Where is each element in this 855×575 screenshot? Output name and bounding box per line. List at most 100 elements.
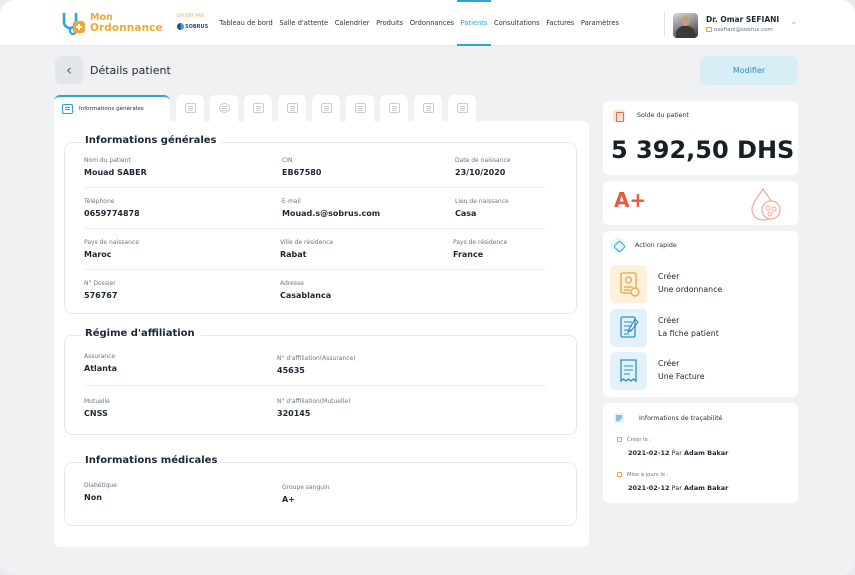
field-value: Mouad SABER (84, 168, 147, 177)
calendar-icon (617, 472, 622, 477)
field-value: 23/10/2020 (455, 168, 506, 177)
tab-general-info-label: Informations générales (79, 106, 144, 112)
partner-logo: SOBRUS (177, 23, 208, 30)
create-prescription-button[interactable]: Créer Une ordonnance (610, 265, 790, 303)
field-mutual-number: N° d'affiliation(Mutuelle) 320145 (277, 398, 350, 418)
logo-stethoscope-icon (62, 12, 85, 36)
section-title-medical: Informations médicales (81, 455, 224, 466)
row-divider (84, 228, 546, 229)
action-line2: Une Facture (658, 371, 705, 381)
nav-item-settings[interactable]: Paramètres (578, 0, 623, 46)
tab-general-info[interactable]: Informations générales (54, 95, 170, 121)
created-label-text: Créer le : (627, 437, 652, 443)
chevron-left-icon: ‹ (66, 61, 72, 79)
field-file-number: N° Dossier 576767 (84, 280, 117, 300)
nav-item-calendar[interactable]: Calendrier (331, 0, 372, 46)
create-patient-file-button[interactable]: Créer La fiche patient (610, 309, 790, 347)
tab-hospitalization[interactable] (380, 95, 408, 121)
field-cin: CIN EB67580 (282, 157, 321, 177)
patient-tabs: Informations générales (54, 95, 482, 122)
main-nav: Tableau de bord Salle d'attente Calendri… (216, 0, 622, 46)
created-by-word: Par (671, 449, 682, 457)
field-value: Non (84, 493, 102, 502)
field-value: France (453, 250, 484, 259)
row-divider (84, 269, 546, 270)
tab-medical-report[interactable] (414, 95, 442, 121)
field-label: N° d'affiliation(Assurance) (277, 355, 356, 362)
section-title-affiliation: Régime d'affiliation (81, 328, 201, 339)
tab-appointments[interactable] (346, 95, 374, 121)
field-value: Mouad.s@sobrus.com (282, 209, 381, 218)
folder-icon (62, 104, 73, 114)
field-value: 576767 (84, 291, 118, 300)
nav-divider (664, 12, 665, 36)
field-value: 0659774878 (84, 209, 140, 218)
traceability-icon (614, 413, 624, 423)
updated-date: 2021-02-12 (628, 484, 670, 492)
nav-item-patients[interactable]: Patients (457, 0, 491, 46)
field-label: Nom du patient (84, 157, 131, 164)
id-card-icon (184, 103, 196, 113)
nav-item-products[interactable]: Produits (373, 0, 407, 46)
field-insurance-number: N° d'affiliation(Assurance) 45635 (277, 355, 356, 375)
general-info-section: Informations générales Nom du patient Mo… (64, 135, 577, 314)
traceability-card: Informations de traçabilité Créer le : 2… (603, 403, 798, 503)
nav-item-invoices[interactable]: Factures (543, 0, 578, 46)
section-title-general: Informations générales (81, 135, 223, 146)
row-divider (84, 385, 546, 386)
tab-history[interactable] (210, 95, 238, 121)
field-label: N° d'affiliation(Mutuelle) (277, 398, 351, 405)
back-button[interactable]: ‹ (55, 56, 83, 84)
field-label: CIN (282, 157, 293, 164)
field-value: Atlanta (84, 364, 118, 373)
user-email: osefiani@sobrus.com (706, 27, 773, 33)
tab-invoices[interactable] (448, 95, 476, 121)
bed-icon (388, 103, 400, 113)
document-icon (286, 103, 298, 113)
user-email-text: osefiani@sobrus.com (714, 27, 773, 33)
invoice-icon (456, 103, 468, 113)
top-navbar: Mon Ordonnance OFFERT PAR SOBRUS Tableau… (0, 0, 855, 46)
create-prescription-label: Créer Une ordonnance (658, 271, 722, 296)
field-address: Adresse Casablanca (280, 280, 331, 300)
modify-button[interactable]: Modifier (700, 56, 798, 85)
field-residence-city: Ville de résidence Rabat (280, 239, 333, 259)
field-patient-name: Nom du patient Mouad SABER (84, 157, 147, 177)
tab-documents[interactable] (278, 95, 306, 121)
user-name[interactable]: Dr. Omar SEFIANI (706, 15, 779, 24)
tab-id-card[interactable] (176, 95, 204, 121)
nav-item-prescriptions[interactable]: Ordonnances (406, 0, 457, 46)
field-value: CNSS (84, 409, 108, 418)
field-label: Pays de résidence (453, 239, 508, 246)
created-date: 2021-02-12 (628, 449, 670, 457)
chevron-down-icon[interactable]: ⌄ (790, 17, 798, 27)
blood-group-value: A+ (614, 188, 647, 212)
pills-icon (252, 103, 264, 113)
sobrus-icon (177, 23, 184, 30)
calendar-icon (617, 437, 622, 442)
nav-item-consultations[interactable]: Consultations (491, 0, 543, 46)
field-diabetic: Diabétique Non (84, 482, 117, 502)
field-birth-place: Lieu de naissance Casa (455, 198, 509, 218)
created-info: 2021-02-12 Par Adam Bakar (628, 449, 728, 457)
tab-medications[interactable] (244, 95, 272, 121)
app-window: Mon Ordonnance OFFERT PAR SOBRUS Tableau… (0, 0, 855, 575)
field-label: Pays de naissance (84, 239, 139, 246)
tab-prescriptions[interactable] (312, 95, 340, 121)
brand-line2: Ordonnance (90, 22, 163, 34)
nav-item-dashboard[interactable]: Tableau de bord (216, 0, 276, 46)
create-invoice-button[interactable]: Créer Une Facture (610, 352, 790, 390)
medical-report-icon (422, 103, 434, 113)
action-line1: Créer (658, 272, 680, 281)
mail-icon (706, 27, 712, 32)
updated-label-text: Mise à jours le : (627, 472, 669, 478)
create-patient-file-label: Créer La fiche patient (658, 315, 719, 340)
history-icon (218, 103, 230, 113)
brand-logo[interactable]: Mon Ordonnance OFFERT PAR SOBRUS (60, 10, 210, 38)
avatar[interactable] (673, 13, 698, 38)
nav-item-waiting-room[interactable]: Salle d'attente (276, 0, 331, 46)
field-value: Maroc (84, 250, 112, 259)
prescription-icon (610, 265, 647, 303)
field-label: Diabétique (84, 482, 117, 489)
field-value: Casa (455, 209, 477, 218)
